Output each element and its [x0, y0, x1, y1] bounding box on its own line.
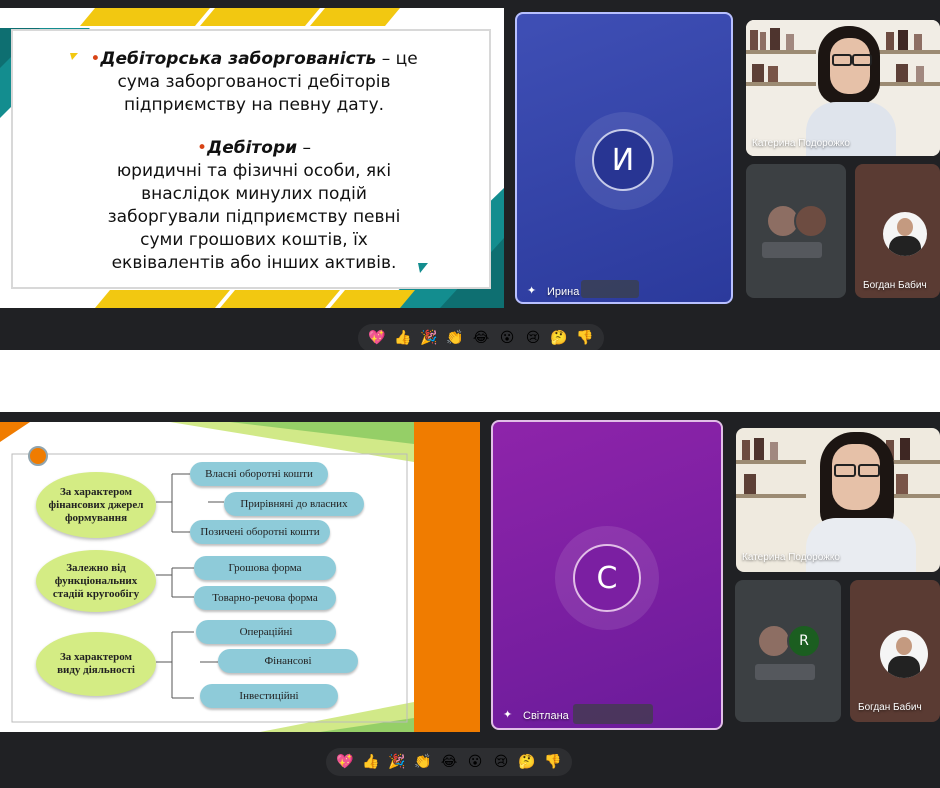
thumbs-down-reaction-button[interactable]: 👎	[572, 325, 598, 350]
participant-tile-video[interactable]: Катерина Подорожко	[736, 428, 940, 572]
meeting-panel-top: •Дебіторська заборгованість – це сума за…	[0, 0, 940, 350]
participant-name: Катерина Подорожко	[742, 552, 840, 563]
definition-line: заборгували підприємству певні	[107, 207, 401, 227]
item-pill: Фінансові	[218, 649, 358, 673]
definition-line: суми грошових коштів, їх	[140, 230, 368, 250]
name-redaction	[581, 280, 639, 298]
participant-tile-group[interactable]: R	[735, 580, 841, 722]
participant-name: Богдан Бабич	[858, 702, 922, 713]
meeting-panel-bottom: За характером фінансових джерел формуван…	[0, 412, 940, 788]
clap-reaction-button[interactable]: 👏	[410, 749, 436, 775]
participant-tile-main[interactable]: С ✦ Світлана	[491, 420, 723, 730]
surprised-reaction-button[interactable]: 😮	[494, 325, 520, 350]
avatar-initial: И	[611, 142, 635, 178]
avatar-initial: R	[799, 633, 809, 649]
reaction-bar: 💖 👍 🎉 👏 😂 😮 😢 🤔 👎	[358, 324, 604, 350]
laugh-reaction-button[interactable]: 😂	[468, 325, 494, 350]
category-oval: За характером виду діяльності	[36, 632, 156, 696]
thumbs-up-reaction-button[interactable]: 👍	[390, 325, 416, 350]
bullet-icon: •	[197, 138, 208, 158]
avatar	[757, 624, 791, 658]
name-redaction	[762, 242, 822, 258]
avatar	[794, 204, 828, 238]
item-pill: Позичені оборотні кошти	[190, 520, 330, 544]
category-oval: За характером фінансових джерел формуван…	[36, 472, 156, 538]
participant-tile-video[interactable]: Катерина Подорожко	[746, 20, 940, 156]
item-pill: Грошова форма	[194, 556, 336, 580]
thumbs-up-reaction-button[interactable]: 👍	[358, 749, 384, 775]
participant-name: Богдан Бабич	[863, 280, 927, 291]
avatar: И	[592, 129, 654, 191]
term-debtors: Дебітори	[207, 138, 298, 158]
participant-name: Катерина Подорожко	[752, 138, 850, 149]
pin-icon[interactable]: ✦	[503, 708, 512, 721]
item-pill: Операційні	[196, 620, 336, 644]
party-reaction-button[interactable]: 🎉	[416, 325, 442, 350]
item-pill: Власні оборотні кошти	[190, 462, 328, 486]
presentation-slide: •Дебіторська заборгованість – це сума за…	[0, 8, 504, 308]
avatar	[883, 212, 927, 256]
pin-icon[interactable]: ✦	[527, 284, 536, 297]
participant-name: Ирина	[547, 286, 580, 298]
definition-line: підприємству на певну дату.	[123, 95, 385, 115]
term-receivables: Дебіторська заборгованість	[100, 49, 377, 69]
thinking-reaction-button[interactable]: 🤔	[546, 325, 572, 350]
definition-dash: – це	[376, 49, 418, 69]
party-reaction-button[interactable]: 🎉	[384, 749, 410, 775]
sad-reaction-button[interactable]: 😢	[520, 325, 546, 350]
category-oval: Залежно від функціональних стадій кругоо…	[36, 550, 156, 612]
bullet-icon: •	[90, 49, 101, 69]
participant-tile[interactable]: Богдан Бабич	[855, 164, 940, 298]
thinking-reaction-button[interactable]: 🤔	[514, 749, 540, 775]
definition-dash: –	[297, 138, 311, 158]
slide-logo-icon	[28, 446, 48, 466]
avatar: С	[573, 544, 641, 612]
definition-line: внаслідок минулих подій	[141, 184, 367, 204]
sad-reaction-button[interactable]: 😢	[488, 749, 514, 775]
avatar	[880, 630, 928, 678]
participant-name: Світлана	[523, 710, 569, 722]
presentation-slide: За характером фінансових джерел формуван…	[0, 422, 480, 732]
avatar: R	[787, 624, 821, 658]
thumbs-down-reaction-button[interactable]: 👎	[540, 749, 566, 775]
item-pill: Інвестиційні	[200, 684, 338, 708]
name-redaction	[573, 704, 653, 724]
participant-tile-group[interactable]	[746, 164, 846, 298]
heart-reaction-button[interactable]: 💖	[332, 749, 358, 775]
participant-tile-main[interactable]: И ✦ Ирина	[515, 12, 733, 304]
definition-line: сума заборгованості дебіторів	[117, 72, 391, 92]
avatar-initial: С	[596, 560, 618, 596]
definition-line: юридичні та фізичні особи, які	[116, 161, 392, 181]
laugh-reaction-button[interactable]: 😂	[436, 749, 462, 775]
heart-reaction-button[interactable]: 💖	[364, 325, 390, 350]
reaction-bar: 💖 👍 🎉 👏 😂 😮 😢 🤔 👎	[326, 748, 572, 776]
surprised-reaction-button[interactable]: 😮	[462, 749, 488, 775]
item-pill: Прирівняні до власних	[224, 492, 364, 516]
name-redaction	[755, 664, 815, 680]
definition-line: еквівалентів або інших активів.	[111, 253, 397, 273]
item-pill: Товарно-речова форма	[194, 586, 336, 610]
clap-reaction-button[interactable]: 👏	[442, 325, 468, 350]
participant-tile[interactable]: Богдан Бабич	[850, 580, 940, 722]
